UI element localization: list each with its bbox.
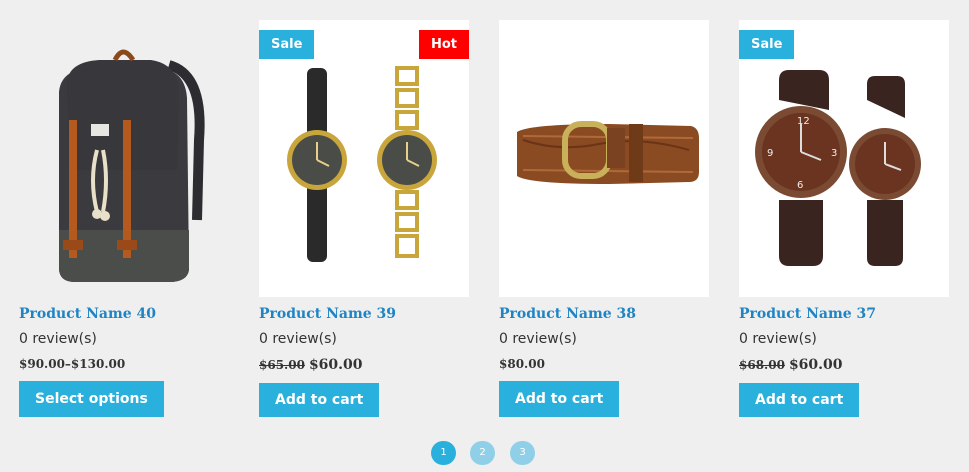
svg-text:3: 3 <box>831 148 837 159</box>
sale-price: $60.00 <box>308 357 363 373</box>
sale-badge: Sale <box>739 30 795 59</box>
price: $68.00 $60.00 <box>739 357 843 373</box>
product-card: Product Name 40 0 review(s) $90.00–$130.… <box>19 20 229 417</box>
sale-badge: Sale <box>259 30 315 59</box>
product-name[interactable]: Product Name 38 <box>499 306 636 322</box>
old-price: $65.00 <box>259 358 305 372</box>
backpack-image <box>59 49 205 282</box>
add-to-cart-button[interactable]: Add to cart <box>259 383 380 417</box>
product-name[interactable]: Product Name 40 <box>19 306 156 322</box>
product-image-brown-watches[interactable]: 12 3 6 9 Sale <box>739 20 949 297</box>
product-name[interactable]: Product Name 39 <box>259 306 396 322</box>
brown-watches-image: 12 3 6 9 <box>755 70 921 266</box>
price: $90.00–$130.00 <box>19 357 125 371</box>
svg-text:9: 9 <box>767 148 773 159</box>
page-1-button[interactable]: 1 <box>431 441 456 465</box>
review-count: 0 review(s) <box>499 331 577 347</box>
svg-text:12: 12 <box>797 116 810 127</box>
price-range: $90.00–$130.00 <box>19 357 126 371</box>
svg-text:6: 6 <box>797 180 803 191</box>
review-count: 0 review(s) <box>739 331 817 347</box>
product-image-watches[interactable]: Sale Hot <box>259 20 469 297</box>
old-price: $68.00 <box>739 358 785 372</box>
select-options-button[interactable]: Select options <box>19 381 164 417</box>
add-to-cart-button[interactable]: Add to cart <box>499 381 620 417</box>
product-card: 12 3 69 Sale Product Name 37 0 review(s) … <box>739 20 949 417</box>
review-count: 0 review(s) <box>19 331 97 347</box>
product-image-belt[interactable] <box>499 20 709 297</box>
belt-image <box>517 121 699 184</box>
add-to-cart-button[interactable]: Add to cart <box>739 383 860 417</box>
regular-price: $80.00 <box>499 357 545 371</box>
product-name[interactable]: Product Name 37 <box>739 306 876 322</box>
sale-price: $60.00 <box>788 357 843 373</box>
product-card: Product Name 38 0 review(s) $80.00 Add t… <box>499 20 709 417</box>
page-3-button[interactable]: 3 <box>510 441 535 465</box>
review-count: 0 review(s) <box>259 331 337 347</box>
price: $65.00 $60.00 <box>259 357 363 373</box>
watches-image <box>287 66 437 262</box>
price: $80.00 <box>499 357 545 371</box>
page-2-button[interactable]: 2 <box>470 441 495 465</box>
hot-badge: Hot <box>418 30 469 59</box>
product-image-backpack[interactable] <box>19 20 229 297</box>
product-card: Sale Hot Product Name 39 0 review(s) $65… <box>259 20 469 417</box>
product-grid: Product Name 40 0 review(s) $90.00–$130.… <box>19 20 949 420</box>
